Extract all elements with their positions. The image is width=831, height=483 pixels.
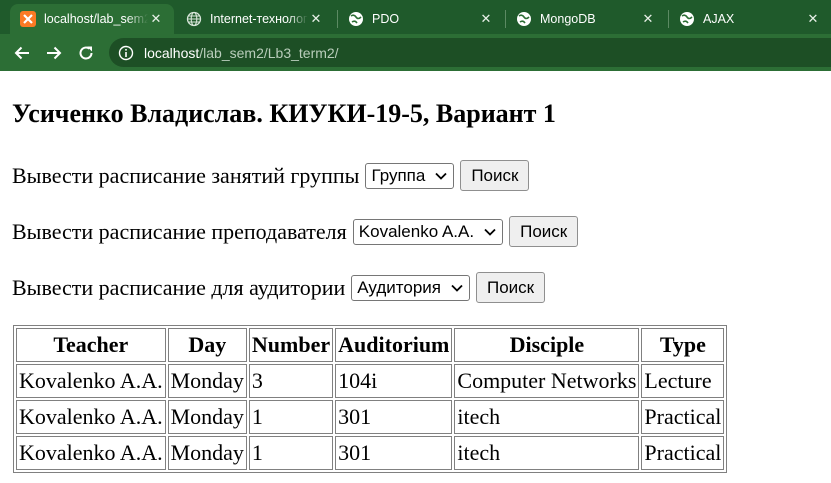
table-cell: 1 — [248, 400, 334, 434]
table-cell: Kovalenko A.A. — [16, 436, 166, 470]
table-cell: 301 — [335, 436, 453, 470]
column-header: Auditorium — [335, 328, 453, 362]
auditorium-search-label: Вывести расписание для аудитории — [12, 274, 346, 300]
tab-title: AJAX — [703, 12, 735, 26]
chevron-down-icon — [451, 284, 463, 292]
table-cell: Monday — [167, 400, 247, 434]
globe-icon — [516, 11, 532, 27]
table-cell: Monday — [167, 436, 247, 470]
table-cell: Lecture — [641, 364, 725, 398]
reload-icon — [79, 46, 93, 60]
tab-ajax[interactable]: AJAX ✕ — [669, 4, 831, 34]
back-button[interactable] — [9, 40, 35, 66]
table-cell: 104i — [335, 364, 453, 398]
globe-icon — [679, 11, 695, 27]
close-icon[interactable]: ✕ — [308, 11, 324, 27]
table-cell: Computer Networks — [454, 364, 640, 398]
xampp-icon — [20, 11, 36, 27]
forward-button[interactable] — [41, 40, 67, 66]
teacher-search-label: Вывести расписание преподавателя — [12, 218, 347, 244]
tab-pdo[interactable]: PDO ✕ — [338, 4, 504, 34]
table-row: Kovalenko A.A. Monday 1 301 itech Practi… — [16, 400, 725, 434]
group-search-form: Вывести расписание занятий группы Группа… — [12, 160, 530, 191]
group-select-value: Группа — [371, 165, 426, 185]
auditorium-search-form: Вывести расписание для аудитории Аудитор… — [12, 272, 546, 303]
browser-toolbar: localhost/lab_sem2/Lb3_term2/ — [0, 34, 831, 71]
table-header-row: Teacher Day Number Auditorium Disciple T… — [16, 328, 725, 362]
table-cell: itech — [454, 436, 640, 470]
column-header: Teacher — [16, 328, 166, 362]
group-search-button[interactable]: Поиск — [460, 160, 530, 191]
table-row: Kovalenko A.A. Monday 3 104i Computer Ne… — [16, 364, 725, 398]
table-cell: 1 — [248, 436, 334, 470]
tab-mongodb[interactable]: MongoDB ✕ — [506, 4, 666, 34]
close-icon[interactable]: ✕ — [148, 11, 164, 27]
tab-strip: localhost/lab_sem2 ✕ Internet-технологи … — [0, 0, 831, 34]
table-cell: Practical — [641, 400, 725, 434]
tab-title: MongoDB — [540, 12, 596, 26]
close-icon[interactable]: ✕ — [478, 11, 494, 27]
table-cell: Kovalenko A.A. — [16, 400, 166, 434]
column-header: Number — [248, 328, 334, 362]
schedule-table: Teacher Day Number Auditorium Disciple T… — [13, 325, 728, 473]
url-host: localhost — [144, 44, 200, 61]
column-header: Day — [167, 328, 247, 362]
teacher-select[interactable]: Kovalenko A.A. — [352, 218, 504, 245]
table-cell: 301 — [335, 400, 453, 434]
tab-title: localhost/lab_sem2 — [44, 12, 148, 26]
table-cell: itech — [454, 400, 640, 434]
teacher-search-button[interactable]: Поиск — [509, 216, 579, 247]
globe-icon — [348, 11, 364, 27]
group-select[interactable]: Группа — [365, 162, 455, 189]
table-cell: Kovalenko A.A. — [16, 364, 166, 398]
table-cell: Monday — [167, 364, 247, 398]
tab-localhost[interactable]: localhost/lab_sem2 ✕ — [10, 4, 174, 34]
close-icon[interactable]: ✕ — [640, 11, 656, 27]
arrow-left-icon — [14, 46, 29, 60]
column-header: Disciple — [454, 328, 640, 362]
tab-title: Internet-технологи — [210, 12, 308, 26]
auditorium-select-value: Аудитория — [357, 277, 441, 297]
close-icon[interactable]: ✕ — [805, 11, 821, 27]
table-cell: Practical — [641, 436, 725, 470]
tab-title: PDO — [372, 12, 400, 26]
teacher-select-value: Kovalenko A.A. — [358, 221, 475, 241]
reload-button[interactable] — [73, 40, 99, 66]
table-row: Kovalenko A.A. Monday 1 301 itech Practi… — [16, 436, 725, 470]
tab-internet-tech[interactable]: Internet-технологи ✕ — [176, 4, 334, 34]
globe-icon — [186, 11, 202, 27]
auditorium-select[interactable]: Аудитория — [351, 274, 470, 301]
group-search-label: Вывести расписание занятий группы — [12, 162, 360, 188]
auditorium-search-button[interactable]: Поиск — [475, 272, 546, 303]
chevron-down-icon — [484, 228, 496, 236]
teacher-search-form: Вывести расписание преподавателя Kovalen… — [12, 216, 579, 247]
column-header: Type — [641, 328, 725, 362]
arrow-right-icon — [47, 46, 62, 60]
table-cell: 3 — [248, 364, 334, 398]
address-bar[interactable]: localhost/lab_sem2/Lb3_term2/ — [109, 38, 831, 67]
info-icon[interactable] — [118, 45, 134, 61]
page-title: Усиченко Владислав. КИУКИ-19-5, Вариант … — [12, 99, 556, 128]
chevron-down-icon — [435, 172, 447, 180]
url-path: /lab_sem2/Lb3_term2/ — [199, 44, 339, 61]
